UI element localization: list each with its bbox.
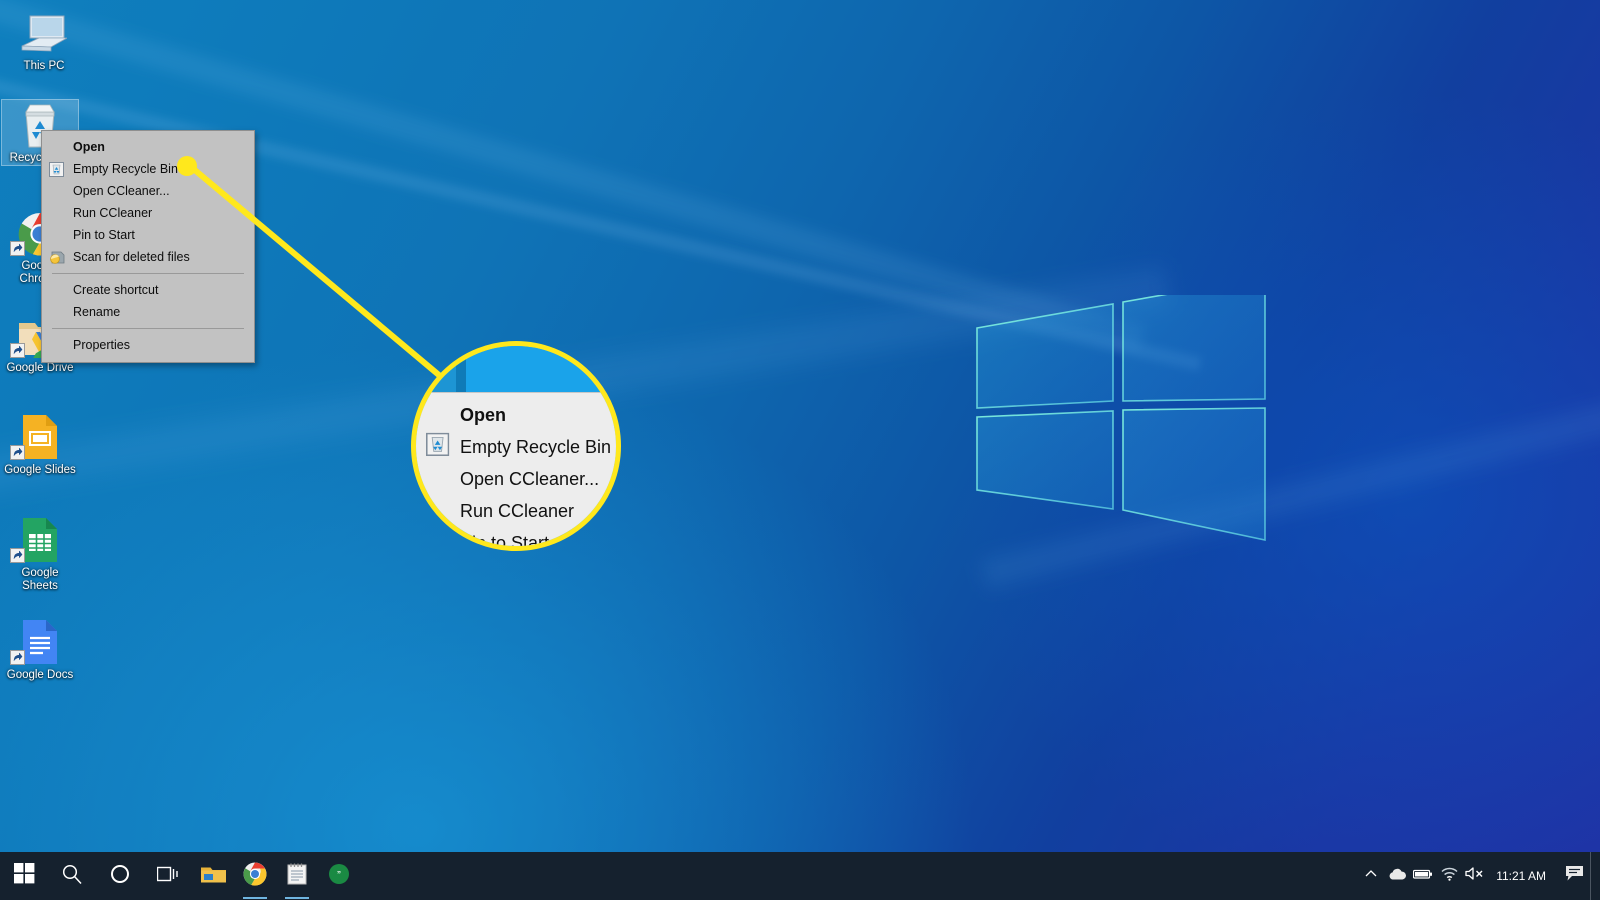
context-menu-item[interactable]: Open — [42, 136, 254, 158]
slides-icon — [2, 412, 78, 460]
no-icon — [49, 281, 70, 299]
context-menu-item[interactable]: Rename — [42, 301, 254, 323]
shortcut-overlay-icon — [10, 650, 25, 665]
running-indicator — [285, 897, 309, 899]
show-hidden-icons-button[interactable] — [1358, 852, 1384, 900]
volume-tray-button[interactable] — [1462, 852, 1488, 900]
context-menu-separator — [52, 273, 244, 274]
magnified-menu-item: Open — [416, 399, 616, 431]
desktop-icon-google-docs[interactable]: Google Docs — [2, 617, 78, 682]
taskbar-app-google-chrome[interactable] — [234, 852, 276, 900]
battery-icon — [1413, 867, 1433, 885]
action-center-button[interactable] — [1558, 852, 1590, 900]
chrome-icon — [243, 862, 267, 891]
context-menu-item[interactable]: Create shortcut — [42, 279, 254, 301]
windows-logo-icon — [13, 863, 35, 889]
onedrive-tray-button[interactable] — [1384, 852, 1410, 900]
magnified-menu-item-label: Open — [460, 404, 507, 425]
task-view-icon — [156, 865, 179, 888]
desktop-icon-label: Google Slides — [4, 464, 76, 476]
task-view-button[interactable] — [144, 852, 192, 900]
notepad-icon — [286, 862, 308, 891]
context-menu-item-label: Run CCleaner — [73, 206, 153, 220]
recycle-small-icon — [49, 160, 70, 178]
context-menu-item-label: Properties — [73, 338, 130, 352]
no-icon — [49, 226, 70, 244]
no-icon — [49, 204, 70, 222]
taskbar-app-file-explorer[interactable] — [192, 852, 234, 900]
context-menu-separator — [52, 328, 244, 329]
magnified-callout: Open Empty Recycle Bin Open CCleaner... Ru… — [411, 341, 621, 551]
desktop-icon-label: Google Docs — [6, 669, 74, 681]
recycle-small-icon — [426, 432, 460, 458]
chevron-up-icon — [1364, 867, 1378, 886]
docs-icon — [2, 617, 78, 665]
no-icon — [49, 336, 70, 354]
shortcut-overlay-icon — [10, 445, 25, 460]
windows-hero-logo — [955, 295, 1285, 615]
wifi-icon — [1441, 867, 1458, 886]
shortcut-overlay-icon — [10, 241, 25, 256]
show-desktop-button[interactable] — [1590, 852, 1596, 900]
no-icon — [49, 138, 70, 156]
no-icon — [49, 303, 70, 321]
taskbar-clock[interactable]: 11:21 AM — [1488, 852, 1558, 900]
context-menu-item-label: Pin to Start — [73, 228, 135, 242]
recuva-icon — [49, 248, 70, 266]
context-menu-item[interactable]: Open CCleaner... — [42, 180, 254, 202]
running-indicator — [243, 897, 267, 899]
context-menu-item[interactable]: Run CCleaner — [42, 202, 254, 224]
magnified-menu-item: Open CCleaner... — [416, 463, 616, 495]
search-icon — [61, 863, 83, 890]
context-menu-item-label: Open — [73, 140, 105, 154]
folder-icon — [200, 863, 227, 890]
magnified-context-menu: Open Empty Recycle Bin Open CCleaner... Ru… — [416, 392, 616, 546]
speaker-muted-icon — [1465, 866, 1485, 886]
context-menu-item-label: Empty Recycle Bin — [73, 162, 178, 176]
cortana-circle-icon — [110, 864, 130, 889]
context-menu-item[interactable]: Scan for deleted files — [42, 246, 254, 268]
sheets-icon — [2, 515, 78, 563]
context-menu-item-label: Open CCleaner... — [73, 184, 170, 198]
desktop-icon-label: Google Drive — [6, 362, 74, 374]
notification-icon — [1565, 865, 1584, 887]
desktop-icon-label: Google Sheets — [21, 567, 59, 592]
computer-icon — [6, 8, 82, 56]
taskbar-left-group: ” — [0, 852, 360, 900]
magnified-menu-item-label: Open CCleaner... — [460, 468, 600, 489]
taskbar[interactable]: ” 11:21 AM — [0, 852, 1600, 900]
svg-text:”: ” — [337, 869, 341, 881]
magnified-desktop-background — [416, 346, 616, 392]
context-menu-item[interactable]: Properties — [42, 334, 254, 356]
taskbar-app-notepad[interactable] — [276, 852, 318, 900]
context-menu-item-label: Rename — [73, 305, 121, 319]
hangouts-icon: ” — [328, 863, 350, 890]
start-button[interactable] — [0, 852, 48, 900]
magnified-menu-item: Empty Recycle Bin — [416, 431, 616, 463]
system-tray: 11:21 AM — [1358, 852, 1600, 900]
desktop-icon-this-pc[interactable]: This PC — [6, 8, 82, 73]
context-menu-item-label: Scan for deleted files — [73, 250, 190, 264]
network-tray-button[interactable] — [1436, 852, 1462, 900]
search-button[interactable] — [48, 852, 96, 900]
no-icon — [49, 182, 70, 200]
context-menu-item-label: Create shortcut — [73, 283, 159, 297]
magnified-menu-item-label: Run CCleaner — [460, 500, 575, 521]
taskbar-app-hangouts[interactable]: ” — [318, 852, 360, 900]
cloud-icon — [1388, 867, 1407, 886]
context-menu-item[interactable]: Empty Recycle Bin — [42, 158, 254, 180]
shortcut-overlay-icon — [10, 548, 25, 563]
cortana-button[interactable] — [96, 852, 144, 900]
magnified-menu-item: Run CCleaner — [416, 495, 616, 527]
battery-tray-button[interactable] — [1410, 852, 1436, 900]
desktop-icon-google-sheets[interactable]: Google Sheets — [2, 515, 78, 593]
magnified-menu-item-label: Empty Recycle Bin — [460, 436, 612, 457]
shortcut-overlay-icon — [10, 343, 25, 358]
desktop-icon-google-slides[interactable]: Google Slides — [2, 412, 78, 477]
desktop-icon-label: This PC — [23, 60, 65, 72]
context-menu-item[interactable]: Pin to Start — [42, 224, 254, 246]
recycle-bin-context-menu[interactable]: Open Empty Recycle Bin Open CCleaner... Ru… — [41, 130, 255, 363]
